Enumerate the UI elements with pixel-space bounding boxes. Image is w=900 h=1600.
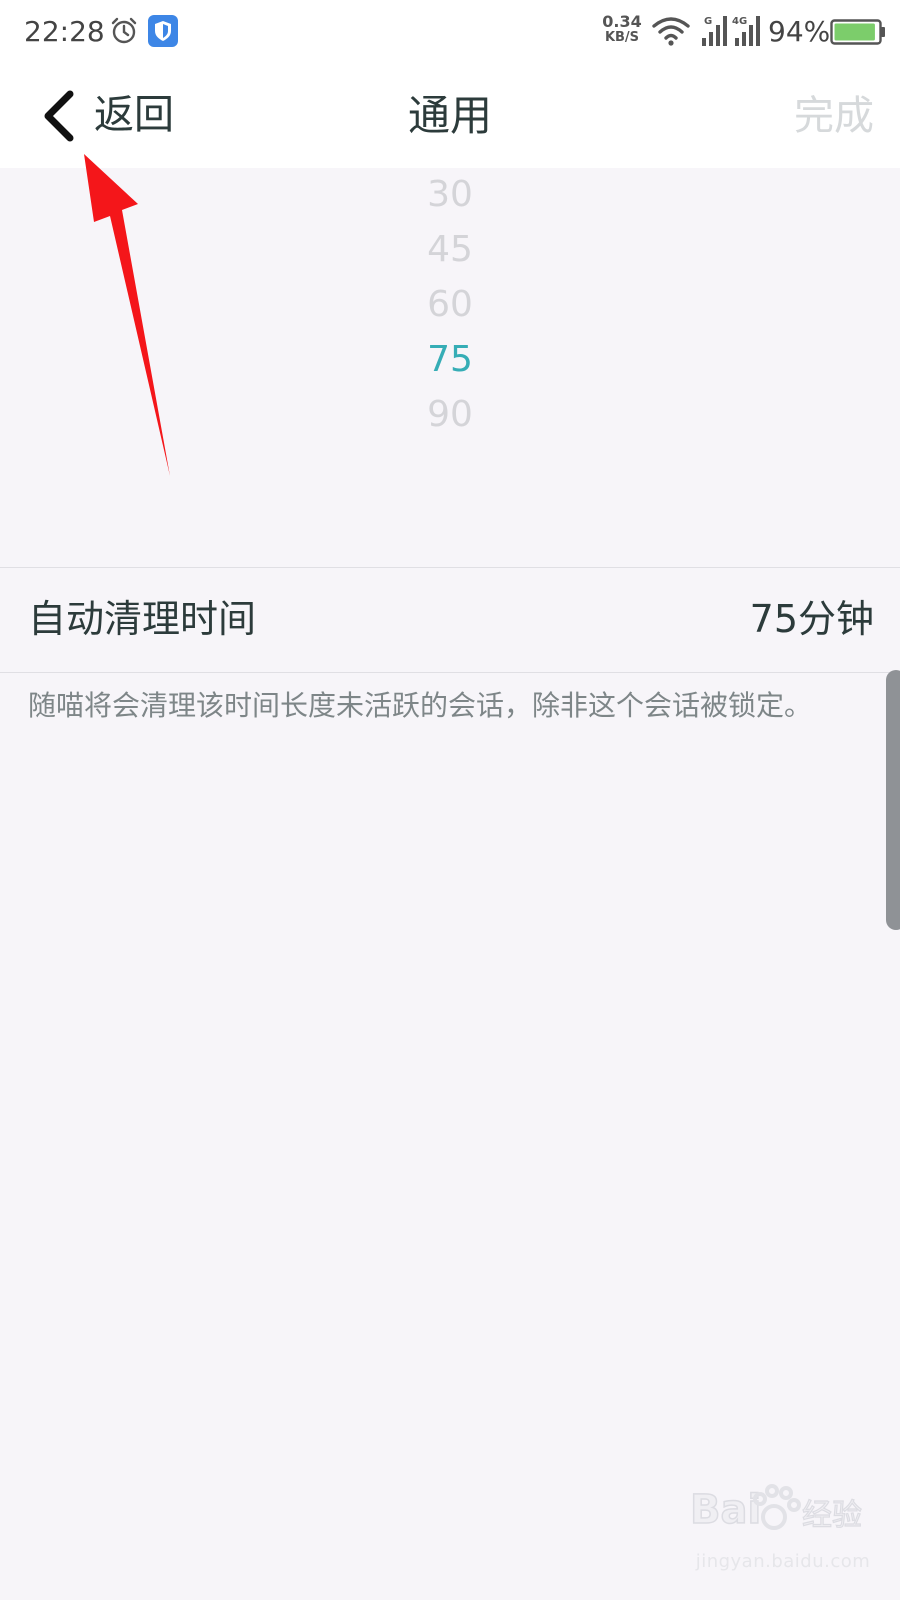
status-bar: 22:28 0.34 KB/S G 4G 94%: [0, 0, 900, 66]
network-speed: 0.34 KB/S: [600, 14, 644, 46]
network-speed-value: 0.34: [602, 12, 642, 31]
svg-text:Bai: Bai: [690, 1487, 761, 1533]
shield-icon: [148, 15, 178, 47]
signal-4g-tag: 4G: [732, 16, 747, 27]
page-title: 通用: [407, 91, 492, 140]
battery-percent: 94%: [768, 15, 831, 48]
alarm-icon: [111, 17, 137, 44]
signal-4g-icon: 4G: [732, 16, 760, 46]
scroll-handle[interactable]: [886, 670, 900, 930]
setting-description: 随喵将会清理该时间长度未活跃的会话，除非这个会话被锁定。: [28, 689, 813, 722]
network-speed-unit: KB/S: [604, 30, 640, 45]
auto-clean-time-row[interactable]: 自动清理时间 75分钟: [0, 568, 900, 672]
signal-icon: G: [702, 16, 727, 46]
watermark: Bai 经验 jingyan.baidu.com: [680, 1475, 880, 1585]
watermark-url: jingyan.baidu.com: [695, 1551, 871, 1572]
divider: [0, 672, 900, 673]
done-button[interactable]: 完成: [794, 90, 874, 142]
svg-text:经验: 经验: [802, 1498, 862, 1533]
setting-value: 75分钟: [749, 597, 874, 641]
battery-icon: [830, 19, 885, 45]
annotation-arrow-icon: [84, 154, 170, 476]
wifi-icon: [652, 17, 690, 46]
setting-label: 自动清理时间: [28, 597, 257, 641]
baidu-logo-icon: Bai 经验: [690, 1484, 863, 1534]
status-time: 22:28: [24, 15, 105, 48]
signal-tag: G: [704, 16, 712, 27]
